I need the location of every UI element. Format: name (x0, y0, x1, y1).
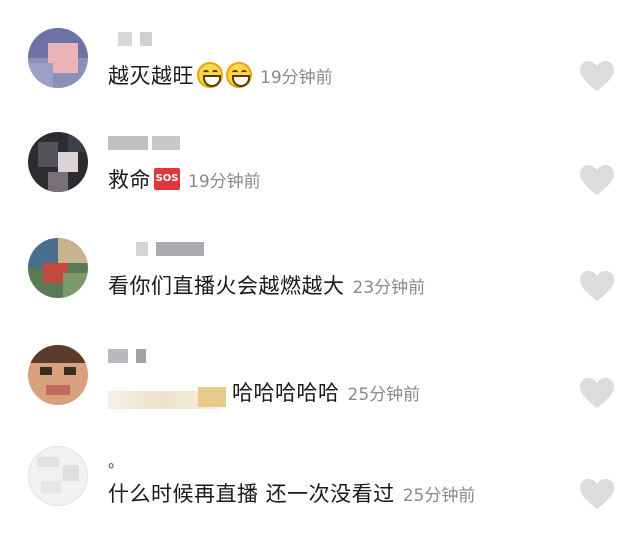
comment-body: 救命 SOS 19分钟前 (108, 162, 261, 196)
comment-time: 19分钟前 (260, 67, 333, 88)
comment-text: 哈哈哈哈哈 (232, 381, 340, 405)
comment-body: 越灭越旺 19分钟前 (108, 58, 333, 92)
comment-text: 救命 (108, 168, 151, 192)
avatar[interactable] (28, 446, 88, 506)
avatar[interactable] (28, 132, 88, 192)
comment-body: 哈哈哈哈哈 25分钟前 (232, 375, 420, 409)
comment-body: 什么时候再直播 还一次没看过 25分钟前 (108, 476, 475, 510)
comment-item[interactable]: 看你们直播火会越燃越大 23分钟前 (0, 238, 640, 344)
comment-item[interactable]: 哈哈哈哈哈 25分钟前 (0, 345, 640, 451)
grin-icon (226, 62, 252, 88)
like-heart-icon[interactable] (579, 478, 615, 510)
blurred-emoji (198, 387, 226, 407)
comment-body: 看你们直播火会越燃越大 23分钟前 (108, 268, 425, 302)
comment-time: 25分钟前 (347, 384, 421, 405)
like-heart-icon[interactable] (579, 60, 615, 92)
comment-text: 什么时候再直播 还一次没看过 (108, 482, 395, 506)
username[interactable]: 。 (108, 446, 125, 471)
comment-item[interactable]: 救命 SOS 19分钟前 (0, 132, 640, 238)
comment-item[interactable]: 。 什么时候再直播 还一次没看过 25分钟前 (0, 446, 640, 552)
comment-item[interactable]: 越灭越旺 19分钟前 (0, 28, 640, 134)
comment-text: 越灭越旺 (108, 64, 194, 88)
comment-time: 23分钟前 (352, 277, 426, 298)
comment-list: 越灭越旺 19分钟前 救命 SOS 19分钟前 看你们直播火会越燃越大 23分钟… (0, 0, 640, 544)
like-heart-icon[interactable] (579, 270, 615, 302)
grin-icon (197, 62, 223, 88)
avatar[interactable] (28, 238, 88, 298)
sos-icon: SOS (154, 168, 180, 190)
comment-time: 25分钟前 (402, 485, 476, 506)
username-text: 。 (108, 452, 125, 471)
like-heart-icon[interactable] (579, 164, 615, 196)
avatar[interactable] (28, 28, 88, 88)
comment-time: 19分钟前 (188, 171, 261, 192)
comment-text: 看你们直播火会越燃越大 (108, 274, 345, 298)
avatar[interactable] (28, 345, 88, 405)
like-heart-icon[interactable] (579, 377, 615, 409)
